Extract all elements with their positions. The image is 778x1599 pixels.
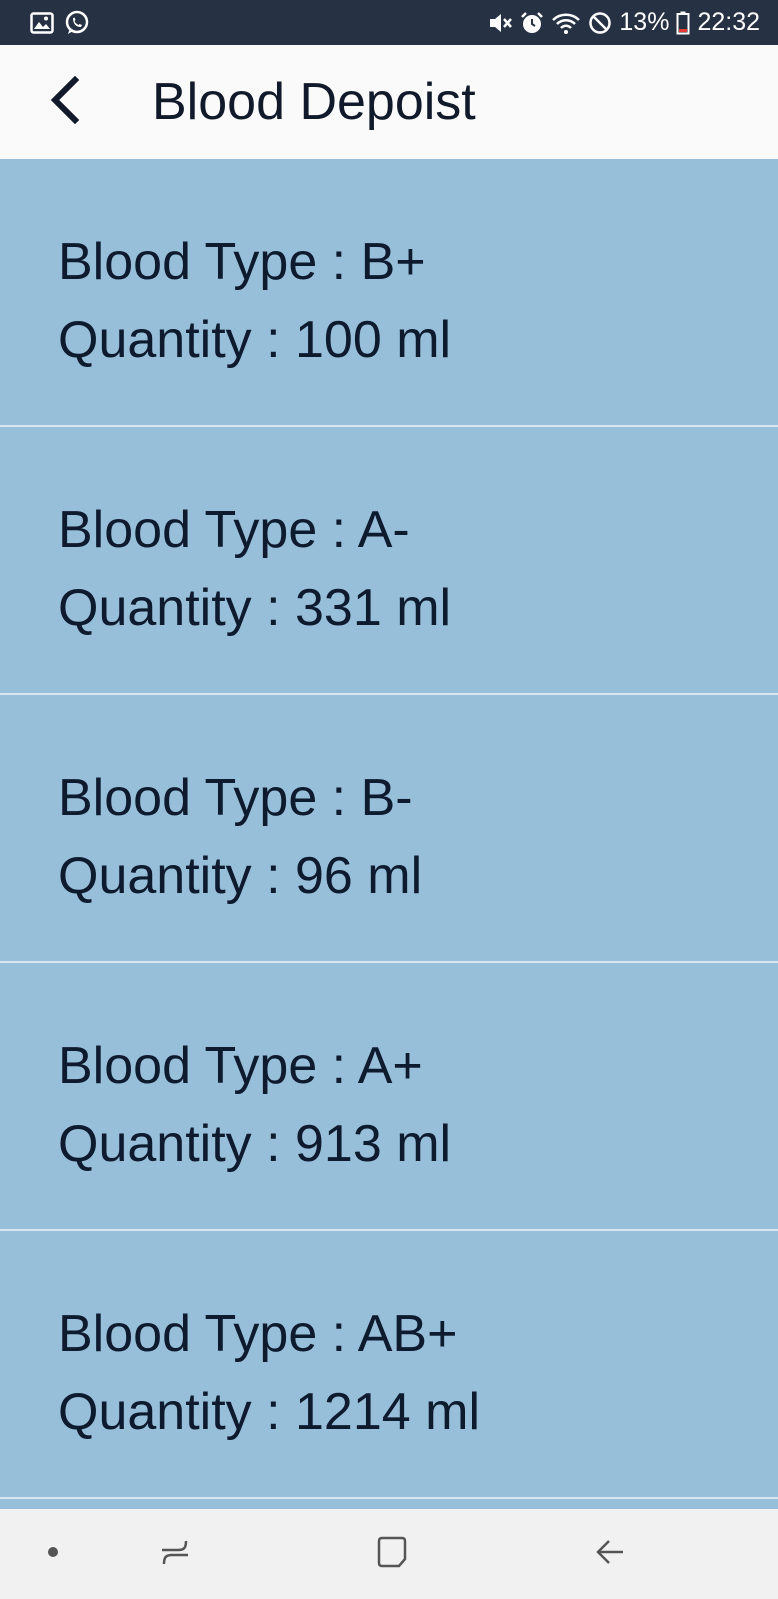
blood-type-text: Blood Type : A+ [58,1037,423,1095]
quantity-text: Quantity : 96 ml [58,847,423,905]
quantity-text: Quantity : 331 ml [58,579,452,637]
blood-type-text: Blood Type : B+ [58,233,426,291]
whatsapp-icon [64,10,90,36]
list-item[interactable]: Blood Type : A+ Quantity : 913 ml [0,963,778,1231]
page-title: Blood Depoist [152,73,476,131]
home-button[interactable] [367,1529,417,1579]
wifi-icon [551,11,581,35]
list-item[interactable]: Blood Type : A- Quantity : 331 ml [0,427,778,695]
app-bar: Blood Depoist [0,45,778,159]
quantity-text: Quantity : 1214 ml [58,1383,480,1441]
do-not-disturb-icon [588,11,612,35]
status-right-icons: 13% 22:32 [487,8,760,37]
blood-type-text: Blood Type : A- [58,501,410,559]
battery-icon [676,11,690,35]
home-icon [375,1535,409,1574]
list-item[interactable]: Blood Type : B- Quantity : 96 ml [0,695,778,963]
quantity-text: Quantity : 100 ml [58,311,452,369]
recent-apps-button[interactable] [150,1529,200,1579]
gallery-icon [30,11,54,34]
navigation-bar [0,1509,778,1599]
clock: 22:32 [697,8,760,36]
status-bar: 13% 22:32 [0,0,778,45]
alarm-icon [520,11,544,35]
mute-icon [487,11,513,35]
list-item[interactable]: Blood Type : B+ Quantity : 100 ml [0,159,778,427]
chevron-left-icon [47,75,83,129]
back-icon [593,1535,627,1574]
dot-button[interactable] [38,1539,68,1569]
dot-icon [47,1545,59,1563]
quantity-text: Quantity : 913 ml [58,1115,452,1173]
list-item[interactable]: Blood Type : AB+ Quantity : 1214 ml [0,1231,778,1499]
status-left-icons [30,10,90,36]
blood-deposit-list: Blood Type : B+ Quantity : 100 ml Blood … [0,159,778,1499]
blood-type-text: Blood Type : B- [58,769,413,827]
blood-type-text: Blood Type : AB+ [58,1305,458,1363]
recent-apps-icon [158,1535,192,1574]
battery-percent: 13% [619,8,670,36]
back-nav-button[interactable] [585,1529,635,1579]
back-button[interactable] [30,67,100,137]
